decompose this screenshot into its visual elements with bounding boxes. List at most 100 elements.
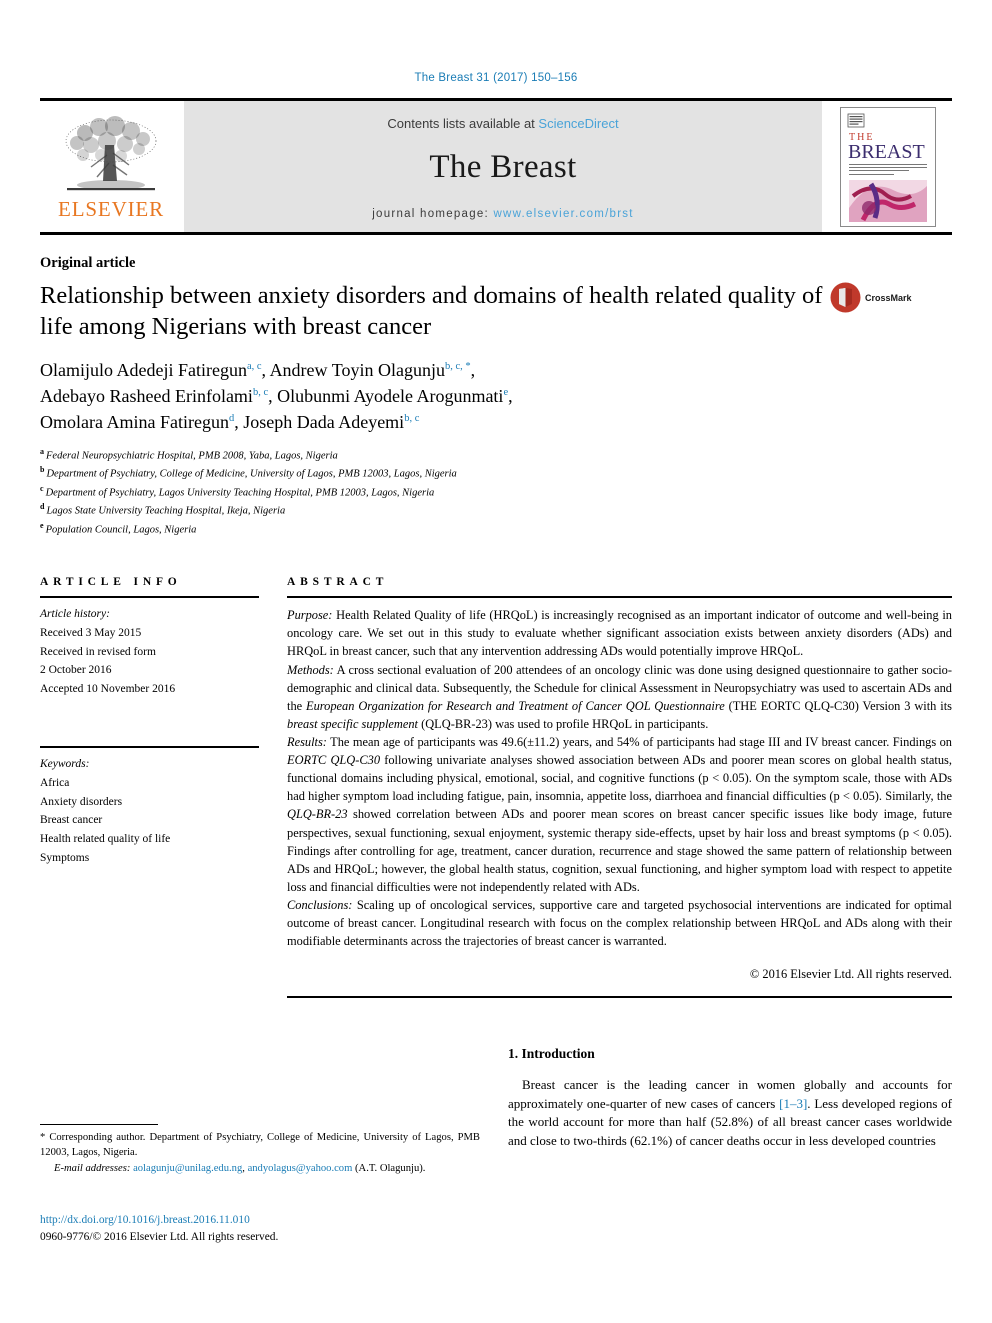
crossmark-badge[interactable]: CrossMark <box>830 282 912 313</box>
author-list: Olamijulo Adedeji Fatireguna, c, Andrew … <box>40 357 800 435</box>
results-label: Results: <box>287 735 327 750</box>
elsevier-wordmark: ELSEVIER <box>58 197 164 221</box>
introduction-column: 1. Introduction Breast cancer is the lea… <box>508 1046 952 1150</box>
affiliation-text: Federal Neuropsychiatric Hospital, PMB 2… <box>46 450 338 462</box>
author-separator: , <box>508 385 513 406</box>
homepage-prefix: journal homepage: <box>372 207 494 220</box>
author-affil-marks: b, c <box>252 386 269 398</box>
author-entry: Olamijulo Adedeji Fatireguna, c, <box>40 360 270 380</box>
journal-homepage-line: journal homepage: www.elsevier.com/brst <box>372 208 634 220</box>
affiliation-marker: e <box>40 520 44 530</box>
author-name: Adebayo Rasheed Erinfolami <box>40 385 253 406</box>
divider <box>287 596 952 599</box>
masthead-center: Contents lists available at ScienceDirec… <box>184 101 822 232</box>
keywords-block: Keywords: Africa Anxiety disorders Breas… <box>40 755 259 867</box>
article-info-column: ARTICLE INFO Article history: Received 3… <box>40 576 259 998</box>
affiliation-item: c Department of Psychiatry, Lagos Univers… <box>40 483 952 501</box>
doi-block: http://dx.doi.org/10.1016/j.breast.2016.… <box>40 1212 278 1246</box>
author-separator: , <box>261 359 270 380</box>
author-affil-marks: a, c <box>246 360 262 372</box>
footnote-divider <box>40 1124 158 1125</box>
affiliation-item: d Lagos State University Teaching Hospita… <box>40 501 952 519</box>
introduction-paragraph: Breast cancer is the leading cancer in w… <box>508 1076 952 1150</box>
results-text-3: showed correlation between ADs and poore… <box>287 807 952 894</box>
methods-italic-2: breast specific supplement <box>287 716 418 731</box>
page-title: Relationship between anxiety disorders a… <box>40 282 823 341</box>
keyword-item: Breast cancer <box>40 814 103 827</box>
issn-copyright-line: 0960-9776/© 2016 Elsevier Ltd. All right… <box>40 1229 278 1246</box>
keywords-label: Keywords: <box>40 758 90 771</box>
affiliation-item: b Department of Psychiatry, College of Me… <box>40 464 952 482</box>
email-link-secondary[interactable]: andyolagus@yahoo.com <box>248 1163 353 1174</box>
purpose-text: Health Related Quality of life (HRQoL) i… <box>287 608 952 659</box>
sciencedirect-link[interactable]: ScienceDirect <box>538 116 618 131</box>
history-line: Accepted 10 November 2016 <box>40 682 176 695</box>
journal-cover-container: THE BREAST <box>824 101 952 232</box>
results-italic-2: QLQ-BR-23 <box>287 807 348 822</box>
divider <box>40 596 259 599</box>
methods-text-3: (QLQ-BR-23) was used to profile HRQoL in… <box>418 716 709 731</box>
author-entry: Adebayo Rasheed Erinfolamib, c, <box>40 386 277 406</box>
email-attribution: (A.T. Olagunju). <box>355 1162 426 1174</box>
contents-available-line: Contents lists available at ScienceDirec… <box>387 116 618 131</box>
article-history-block: Article history: Received 3 May 2015 Rec… <box>40 605 259 698</box>
journal-article-page: The Breast 31 (2017) 150–156 ELSEVIER Co… <box>0 0 992 1323</box>
author-affil-marks: b, c, * <box>444 360 471 372</box>
info-abstract-grid: ARTICLE INFO Article history: Received 3… <box>40 576 952 999</box>
purpose-label: Purpose: <box>287 608 333 623</box>
journal-cover-artwork: THE BREAST <box>841 107 935 226</box>
abstract-copyright: © 2016 Elsevier Ltd. All rights reserved… <box>749 967 952 982</box>
running-head: The Breast 31 (2017) 150–156 <box>414 72 578 84</box>
affiliation-marker: a <box>40 447 44 456</box>
svg-text:BREAST: BREAST <box>848 141 925 163</box>
affiliation-item: e Population Council, Lagos, Nigeria <box>40 520 952 538</box>
affiliation-list: a Federal Neuropsychiatric Hospital, PMB … <box>40 446 952 538</box>
affiliation-text: Department of Psychiatry, College of Med… <box>46 468 457 480</box>
doi-link[interactable]: http://dx.doi.org/10.1016/j.breast.2016.… <box>40 1212 278 1229</box>
abstract-heading: ABSTRACT <box>287 576 389 589</box>
author-affil-marks: b, c <box>404 412 420 424</box>
history-line: Received 3 May 2015 <box>40 626 142 639</box>
affiliation-text: Department of Psychiatry, Lagos Universi… <box>45 487 435 499</box>
abstract-results: Results: The mean age of participants wa… <box>287 733 952 896</box>
email-link-primary[interactable]: aolagunju@unilag.edu.ng <box>133 1163 242 1174</box>
affiliation-text: Population Council, Lagos, Nigeria <box>45 524 197 536</box>
methods-text-2: (THE EORTC QLQ-C30) Version 3 with its <box>724 698 952 713</box>
author-name: Andrew Toyin Olagunju <box>269 359 445 380</box>
elsevier-tree-icon <box>65 116 157 191</box>
article-type-label: Original article <box>40 255 136 271</box>
author-separator: , <box>234 411 244 432</box>
keyword-item: Health related quality of life <box>40 832 171 845</box>
journal-homepage-link[interactable]: www.elsevier.com/brst <box>493 208 633 220</box>
methods-italic-1: European Organization for Research and T… <box>306 698 725 713</box>
keyword-item: Anxiety disorders <box>40 795 123 808</box>
affiliation-marker: c <box>40 483 44 493</box>
abstract-methods: Methods: A cross sectional evaluation of… <box>287 661 952 733</box>
introduction-heading: 1. Introduction <box>508 1046 595 1062</box>
author-entry: Olubunmi Ayodele Arogunmatie, <box>277 386 513 406</box>
email-note: E-mail addresses: aolagunju@unilag.edu.n… <box>40 1161 480 1176</box>
divider <box>287 996 952 999</box>
author-name: Olubunmi Ayodele Arogunmati <box>277 385 504 406</box>
corresponding-author-text: Corresponding author. Department of Psyc… <box>40 1132 480 1159</box>
author-name: Omolara Amina Fatiregun <box>40 411 229 432</box>
affiliation-marker: b <box>40 465 45 475</box>
email-addresses-label: E-mail addresses: <box>54 1162 131 1174</box>
affiliation-marker: d <box>40 502 45 512</box>
author-entry: Joseph Dada Adeyemib, c <box>243 412 419 432</box>
journal-masthead: ELSEVIER Contents lists available at Sci… <box>40 98 952 235</box>
keyword-item: Symptoms <box>40 851 90 864</box>
conclusions-text: Scaling up of oncological services, supp… <box>287 898 952 949</box>
elsevier-logo: ELSEVIER <box>40 101 182 232</box>
author-separator: , <box>470 359 476 380</box>
abstract-conclusions: Conclusions: Scaling up of oncological s… <box>287 896 952 950</box>
contents-prefix: Contents lists available at <box>387 115 539 131</box>
author-entry: Omolara Amina Fatiregund, <box>40 412 243 432</box>
methods-label: Methods: <box>287 662 334 677</box>
citation-link[interactable]: [1–3] <box>779 1096 807 1111</box>
results-text-2: following univariate analyses showed ass… <box>287 753 952 804</box>
issn-copyright: © 2016 Elsevier Ltd. All rights reserved… <box>92 1231 279 1244</box>
article-info-heading: ARTICLE INFO <box>40 576 182 589</box>
article-history-label: Article history: <box>40 608 110 621</box>
journal-cover-image: THE BREAST <box>840 106 936 227</box>
